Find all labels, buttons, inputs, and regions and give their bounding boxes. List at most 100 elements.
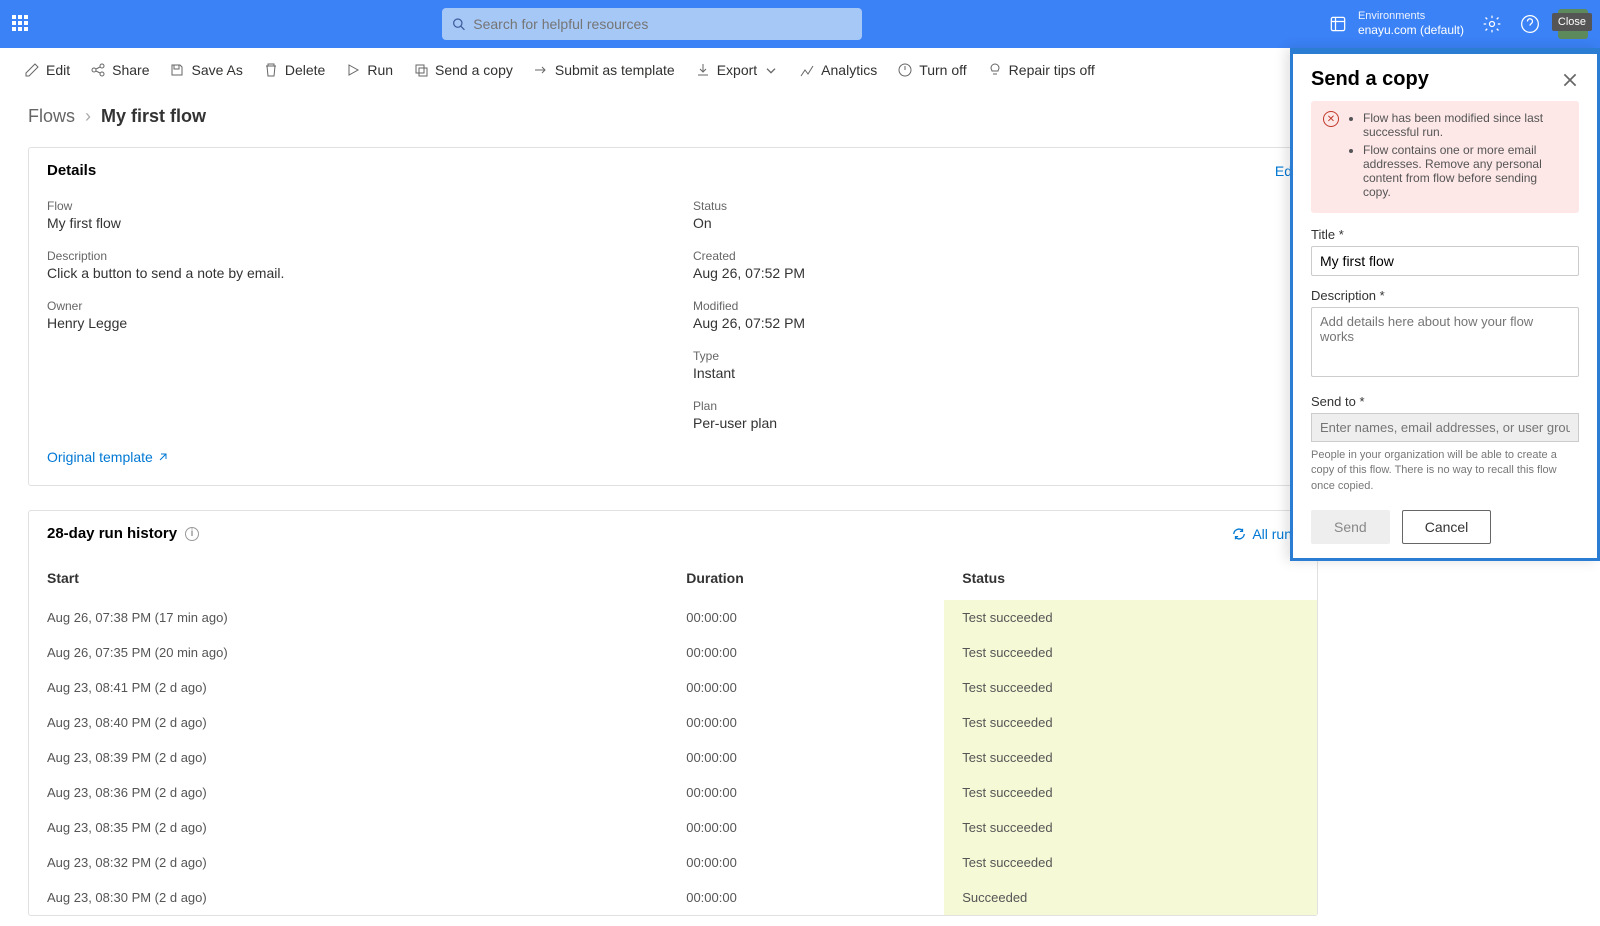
run-start: Aug 23, 08:39 PM (2 d ago): [29, 740, 668, 775]
chevron-down-icon: [763, 62, 779, 78]
details-title: Details: [47, 162, 96, 179]
owner-label: Owner: [47, 299, 653, 313]
owner-value: Henry Legge: [47, 315, 653, 331]
table-row[interactable]: Aug 23, 08:30 PM (2 d ago)00:00:00Succee…: [29, 880, 1317, 915]
save-as-button[interactable]: Save As: [169, 62, 242, 78]
run-status: Test succeeded: [944, 670, 1317, 705]
plan-label: Plan: [693, 399, 1299, 413]
send-copy-button[interactable]: Send a copy: [413, 62, 513, 78]
plan-value: Per-user plan: [693, 415, 1299, 431]
run-duration: 00:00:00: [668, 635, 944, 670]
run-status: Test succeeded: [944, 600, 1317, 635]
breadcrumb-current: My first flow: [101, 106, 206, 127]
run-status: Test succeeded: [944, 810, 1317, 845]
flow-label: Flow: [47, 199, 653, 213]
close-icon[interactable]: [1561, 71, 1579, 89]
table-row[interactable]: Aug 23, 08:41 PM (2 d ago)00:00:00Test s…: [29, 670, 1317, 705]
run-start: Aug 23, 08:35 PM (2 d ago): [29, 810, 668, 845]
created-value: Aug 26, 07:52 PM: [693, 265, 1299, 281]
col-status[interactable]: Status: [944, 556, 1317, 600]
error-message-2: Flow contains one or more email addresse…: [1363, 143, 1567, 199]
title-field-label: Title: [1311, 227, 1579, 242]
settings-icon[interactable]: [1482, 14, 1502, 34]
environment-label: Environments: [1358, 10, 1464, 23]
environment-picker[interactable]: Environments enayu.com (default): [1328, 10, 1464, 38]
table-row[interactable]: Aug 23, 08:36 PM (2 d ago)00:00:00Test s…: [29, 775, 1317, 810]
type-label: Type: [693, 349, 1299, 363]
col-start[interactable]: Start: [29, 556, 668, 600]
submit-template-button[interactable]: Submit as template: [533, 62, 675, 78]
top-navigation: Environments enayu.com (default) HL: [0, 0, 1600, 48]
run-duration: 00:00:00: [668, 705, 944, 740]
search-icon: [452, 17, 465, 31]
run-status: Test succeeded: [944, 845, 1317, 880]
send-copy-panel: Send a copy ✕ Flow has been modified sin…: [1290, 48, 1600, 561]
details-card: Details Edit FlowMy first flow Descripti…: [28, 147, 1318, 486]
run-duration: 00:00:00: [668, 600, 944, 635]
run-start: Aug 23, 08:36 PM (2 d ago): [29, 775, 668, 810]
description-label: Description: [47, 249, 653, 263]
run-start: Aug 23, 08:30 PM (2 d ago): [29, 880, 668, 915]
panel-title: Send a copy: [1311, 68, 1429, 91]
run-status: Test succeeded: [944, 705, 1317, 740]
breadcrumb-root[interactable]: Flows: [28, 106, 75, 127]
error-message-1: Flow has been modified since last succes…: [1363, 111, 1567, 139]
sendto-field-label: Send to: [1311, 394, 1579, 409]
run-duration: 00:00:00: [668, 880, 944, 915]
run-history-card: 28-day run history i All runs Start Dura…: [28, 510, 1318, 916]
turn-off-button[interactable]: Turn off: [897, 62, 966, 78]
environment-name: enayu.com (default): [1358, 23, 1464, 37]
type-value: Instant: [693, 365, 1299, 381]
app-launcher-icon[interactable]: [12, 15, 30, 33]
run-status: Test succeeded: [944, 740, 1317, 775]
help-icon[interactable]: [1520, 14, 1540, 34]
run-start: Aug 26, 07:35 PM (20 min ago): [29, 635, 668, 670]
modified-label: Modified: [693, 299, 1299, 313]
run-status: Test succeeded: [944, 775, 1317, 810]
info-icon[interactable]: i: [185, 527, 199, 541]
cancel-button[interactable]: Cancel: [1402, 510, 1492, 544]
run-start: Aug 23, 08:41 PM (2 d ago): [29, 670, 668, 705]
analytics-button[interactable]: Analytics: [799, 62, 877, 78]
table-row[interactable]: Aug 26, 07:35 PM (20 min ago)00:00:00Tes…: [29, 635, 1317, 670]
run-button[interactable]: Run: [345, 62, 393, 78]
run-history-table: Start Duration Status Aug 26, 07:38 PM (…: [29, 556, 1317, 915]
export-button[interactable]: Export: [695, 62, 779, 78]
status-value: On: [693, 215, 1299, 231]
delete-button[interactable]: Delete: [263, 62, 325, 78]
run-duration: 00:00:00: [668, 740, 944, 775]
run-duration: 00:00:00: [668, 845, 944, 880]
title-input[interactable]: [1311, 246, 1579, 276]
description-field-label: Description: [1311, 288, 1579, 303]
share-button[interactable]: Share: [90, 62, 149, 78]
run-start: Aug 26, 07:38 PM (17 min ago): [29, 600, 668, 635]
send-button[interactable]: Send: [1311, 510, 1390, 544]
repair-tips-button[interactable]: Repair tips off: [987, 62, 1095, 78]
original-template-link[interactable]: Original template: [47, 449, 169, 465]
run-duration: 00:00:00: [668, 810, 944, 845]
external-link-icon: [157, 451, 169, 463]
run-duration: 00:00:00: [668, 775, 944, 810]
table-row[interactable]: Aug 23, 08:35 PM (2 d ago)00:00:00Test s…: [29, 810, 1317, 845]
table-row[interactable]: Aug 26, 07:38 PM (17 min ago)00:00:00Tes…: [29, 600, 1317, 635]
col-duration[interactable]: Duration: [668, 556, 944, 600]
run-status: Succeeded: [944, 880, 1317, 915]
run-status: Test succeeded: [944, 635, 1317, 670]
table-row[interactable]: Aug 23, 08:39 PM (2 d ago)00:00:00Test s…: [29, 740, 1317, 775]
close-tooltip: Close: [1552, 13, 1592, 31]
table-row[interactable]: Aug 23, 08:32 PM (2 d ago)00:00:00Test s…: [29, 845, 1317, 880]
run-start: Aug 23, 08:32 PM (2 d ago): [29, 845, 668, 880]
flow-value: My first flow: [47, 215, 653, 231]
refresh-icon: [1232, 527, 1246, 541]
error-banner: ✕ Flow has been modified since last succ…: [1311, 101, 1579, 213]
run-duration: 00:00:00: [668, 670, 944, 705]
description-input[interactable]: [1311, 307, 1579, 377]
sendto-input[interactable]: [1311, 413, 1579, 442]
search-box[interactable]: [442, 8, 862, 40]
chevron-right-icon: ›: [85, 106, 91, 127]
edit-button[interactable]: Edit: [24, 62, 70, 78]
table-row[interactable]: Aug 23, 08:40 PM (2 d ago)00:00:00Test s…: [29, 705, 1317, 740]
all-runs-link[interactable]: All runs: [1232, 526, 1299, 542]
error-icon[interactable]: ✕: [1323, 111, 1339, 127]
search-input[interactable]: [473, 16, 852, 32]
